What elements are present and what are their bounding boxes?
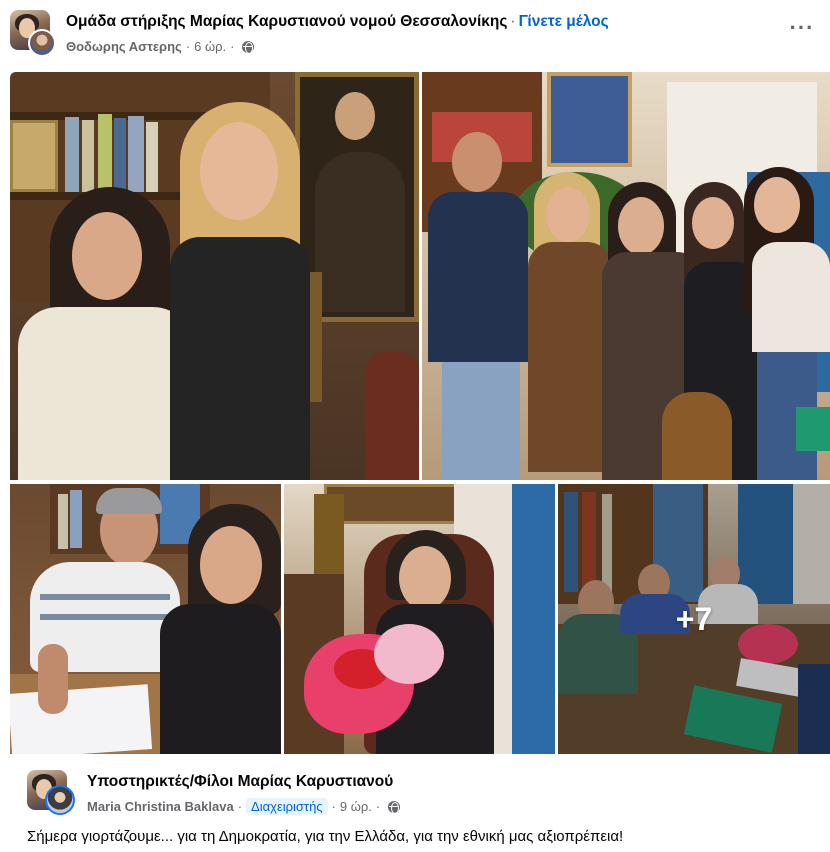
author-avatar[interactable] xyxy=(28,29,56,57)
post-photo-3[interactable] xyxy=(10,484,281,754)
admin-role-badge: Διαχειριστής xyxy=(246,798,328,815)
group-post: Ομάδα στήριξης Μαρίας Καρυστιανού νομού … xyxy=(0,0,830,852)
shared-post-time-link[interactable]: 9 ώρ. xyxy=(340,799,372,814)
post-photo-4[interactable] xyxy=(284,484,555,754)
more-photos-count[interactable]: +7 xyxy=(558,484,830,754)
join-group-link[interactable]: Γίνετε μέλος xyxy=(519,13,609,30)
globe-icon[interactable] xyxy=(242,40,255,54)
meta-separator: · xyxy=(230,39,235,54)
shared-post-meta: Maria Christina Baklava · Διαχειριστής ·… xyxy=(87,798,401,815)
shared-group-name-link[interactable]: Υποστηρικτές/Φίλοι Μαρίας Καρυστιανού xyxy=(87,773,393,791)
post-photo-5[interactable]: +7 xyxy=(558,484,830,754)
meta-separator: · xyxy=(185,39,191,54)
globe-icon[interactable] xyxy=(388,800,401,814)
shared-author-name-link[interactable]: Maria Christina Baklava xyxy=(87,799,234,814)
meta-separator: · xyxy=(331,799,336,814)
shared-author-avatar[interactable] xyxy=(45,785,75,815)
more-options-button[interactable]: ··· xyxy=(784,17,820,50)
group-name-link[interactable]: Ομάδα στήριξης Μαρίας Καρυστιανού νομού … xyxy=(66,13,507,30)
post-photo-1[interactable] xyxy=(10,72,419,480)
title-separator: · xyxy=(510,13,516,30)
shared-post-text: Σήμερα γιορτάζουμε... για τη Δημοκρατία,… xyxy=(27,828,624,845)
post-photo-2[interactable] xyxy=(422,72,830,480)
meta-separator: · xyxy=(237,799,243,814)
shared-post-header: Υποστηρικτές/Φίλοι Μαρίας Καρυστιανού Ma… xyxy=(0,760,830,820)
post-header: Ομάδα στήριξης Μαρίας Καρυστιανού νομού … xyxy=(0,0,830,68)
group-title: Ομάδα στήριξης Μαρίας Καρυστιανού νομού … xyxy=(66,13,609,31)
post-time-link[interactable]: 6 ώρ. xyxy=(194,39,226,54)
post-meta: Θοδωρης Αστερης · 6 ώρ. · xyxy=(66,39,255,54)
meta-separator: · xyxy=(375,799,381,814)
author-name-link[interactable]: Θοδωρης Αστερης xyxy=(66,39,182,54)
